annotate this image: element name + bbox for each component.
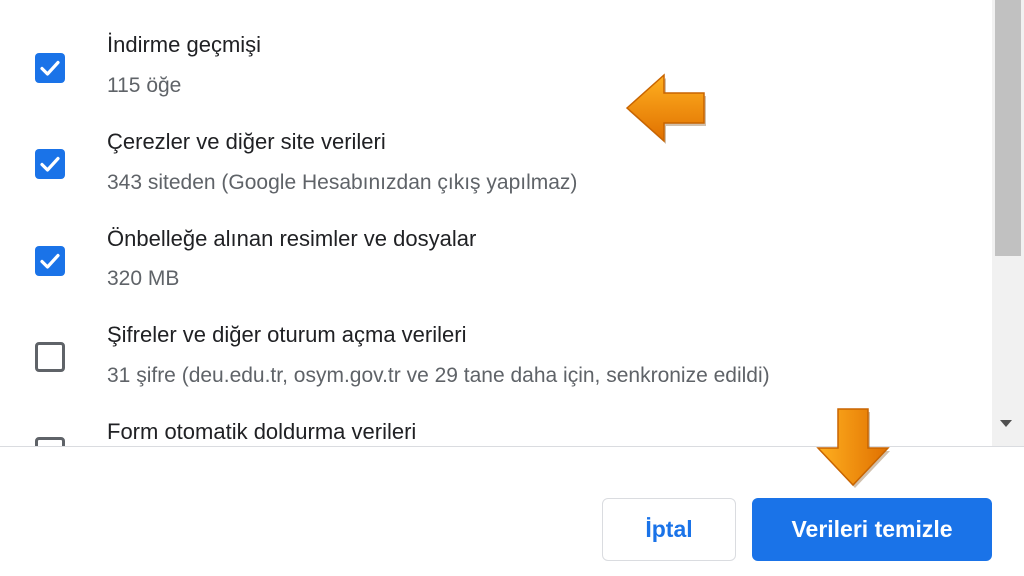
cancel-button[interactable]: İptal [602, 498, 736, 561]
download-history-subtitle: 115 öğe [107, 74, 182, 97]
autofill-checkbox[interactable] [35, 437, 65, 446]
list-item-cookies: Çerezler ve diğer site verileri 343 site… [0, 117, 992, 213]
passwords-checkbox[interactable] [35, 342, 65, 372]
list-item-passwords: Şifreler ve diğer oturum açma verileri 3… [0, 310, 992, 406]
cookies-checkbox[interactable] [35, 149, 65, 179]
data-type-list: İndirme geçmişi 115 öğe Çerezler ve diğe… [0, 0, 992, 446]
previous-item-cut-text [108, 0, 808, 6]
list-item-cached-images: Önbelleğe alınan resimler ve dosyalar 32… [0, 214, 992, 310]
download-history-title: İndirme geçmişi [107, 32, 262, 57]
cookies-subtitle: 343 siteden (Google Hesabınızdan çıkış y… [107, 171, 578, 194]
cached-images-title: Önbelleğe alınan resimler ve dosyalar [107, 226, 477, 251]
checkmark-icon [40, 156, 60, 172]
orange-arrow-icon [625, 73, 706, 144]
passwords-title: Şifreler ve diğer oturum açma verileri [107, 322, 467, 347]
list-item-download-history: İndirme geçmişi 115 öğe [0, 20, 992, 116]
cached-images-checkbox[interactable] [35, 246, 65, 276]
scrollbar[interactable] [992, 0, 1024, 446]
clear-browsing-data-dialog: İndirme geçmişi 115 öğe Çerezler ve diğe… [0, 0, 1024, 576]
passwords-subtitle: 31 şifre (deu.edu.tr, osym.gov.tr ve 29 … [107, 364, 770, 387]
scroll-down-arrow-icon[interactable] [1000, 420, 1012, 427]
checkmark-icon [40, 253, 60, 269]
autofill-title: Form otomatik doldurma verileri [107, 419, 417, 444]
clear-data-button[interactable]: Verileri temizle [752, 498, 992, 561]
download-history-checkbox[interactable] [35, 53, 65, 83]
scrollbar-thumb[interactable] [995, 0, 1021, 256]
orange-arrow-icon [816, 408, 890, 488]
cookies-title: Çerezler ve diğer site verileri [107, 129, 386, 154]
checkmark-icon [40, 60, 60, 76]
cached-images-subtitle: 320 MB [107, 267, 180, 290]
